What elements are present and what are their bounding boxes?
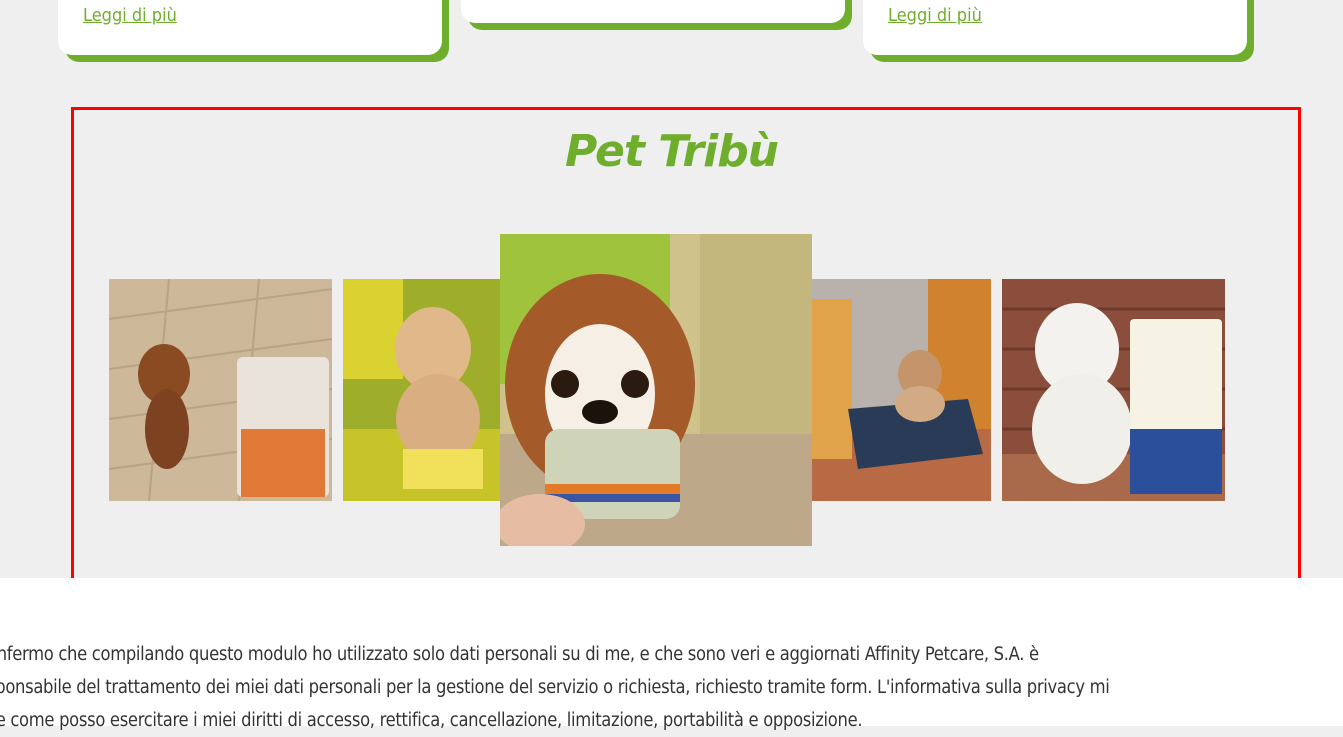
consent-line-1: onfermo che compilando questo modulo ho … [0,644,1039,665]
gallery-photo-dachshund[interactable] [109,279,332,501]
article-card-middle [461,0,845,23]
pet-tribe-title: Pet Tribù [564,126,779,177]
consent-line-3: ce come posso esercitare i miei diritti … [0,710,863,731]
gallery-photo-maltese[interactable] [1002,279,1225,501]
gallery-photo-cavalier-featured[interactable] [500,234,812,546]
privacy-consent-text: onfermo che compilando questo modulo ho … [0,638,1327,737]
read-more-link-right[interactable]: Leggi di più [888,5,982,26]
consent-line-2: sponsabile del trattamento dei miei dati… [0,677,1110,698]
article-card-right: Leggi di più [863,0,1247,55]
article-card-left: Leggi di più [58,0,442,55]
read-more-link-left[interactable]: Leggi di più [83,5,177,26]
